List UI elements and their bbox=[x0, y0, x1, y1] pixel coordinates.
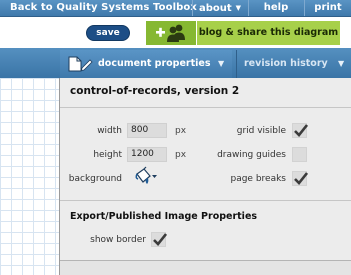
paint-bucket-icon bbox=[135, 166, 157, 184]
chevron-down-icon: ▼ bbox=[218, 59, 225, 68]
back-to-toolbox-link[interactable]: Back to Quality Systems Toolbox bbox=[10, 2, 197, 13]
width-input[interactable]: 800 bbox=[127, 123, 167, 138]
tab-revision-history[interactable]: revision history ▼ bbox=[236, 50, 351, 78]
help-menu-label: help bbox=[263, 2, 289, 13]
document-edit-icon bbox=[68, 56, 93, 72]
panel-title: control-of-records, version 2 bbox=[70, 85, 240, 97]
top-nav-bar: Back to Quality Systems Toolbox about ▼ h… bbox=[0, 0, 351, 17]
show-border-label: show border bbox=[90, 235, 146, 245]
checkmark-icon bbox=[294, 172, 308, 185]
action-bar: save blog & share this diagram bbox=[0, 18, 351, 48]
drawing-guides-checkbox[interactable] bbox=[292, 147, 307, 162]
export-section-title: Export/Published Image Properties bbox=[70, 211, 258, 222]
print-menu[interactable]: print bbox=[304, 0, 351, 16]
properties-toolbar: document properties ▼ revision history ▼ bbox=[0, 48, 351, 78]
tab-document-properties[interactable]: document properties ▼ bbox=[60, 50, 232, 78]
add-users-button[interactable] bbox=[146, 21, 196, 45]
help-menu[interactable]: help bbox=[248, 0, 303, 16]
show-border-checkbox[interactable] bbox=[151, 232, 167, 247]
save-button[interactable]: save bbox=[86, 25, 130, 41]
checkmark-icon bbox=[153, 233, 167, 246]
about-menu-label: about bbox=[198, 3, 232, 14]
divider bbox=[60, 107, 351, 108]
drawing-guides-label: drawing guides bbox=[217, 150, 286, 160]
height-input[interactable]: 1200 bbox=[127, 147, 167, 162]
panel-footer bbox=[60, 261, 351, 275]
grid-visible-checkbox[interactable] bbox=[292, 123, 308, 138]
blog-share-button[interactable]: blog & share this diagram bbox=[197, 21, 340, 45]
print-menu-label: print bbox=[314, 2, 342, 13]
document-properties-panel: control-of-records, version 2 width 800 … bbox=[59, 78, 351, 275]
page-breaks-checkbox[interactable] bbox=[292, 171, 308, 186]
height-label: height bbox=[93, 150, 122, 160]
background-color-picker[interactable] bbox=[133, 166, 159, 188]
tab-document-properties-label: document properties bbox=[98, 58, 211, 69]
page-breaks-label: page breaks bbox=[230, 174, 286, 184]
chevron-down-icon: ▼ bbox=[338, 59, 345, 68]
grid-visible-label: grid visible bbox=[236, 126, 286, 136]
checkmark-icon bbox=[294, 124, 308, 137]
chevron-down-icon: ▼ bbox=[235, 4, 242, 12]
background-label: background bbox=[68, 174, 122, 184]
tab-revision-history-label: revision history bbox=[244, 58, 328, 69]
width-label: width bbox=[97, 126, 122, 136]
add-users-icon bbox=[156, 24, 185, 42]
about-menu[interactable]: about ▼ bbox=[192, 0, 247, 16]
divider bbox=[60, 200, 351, 201]
